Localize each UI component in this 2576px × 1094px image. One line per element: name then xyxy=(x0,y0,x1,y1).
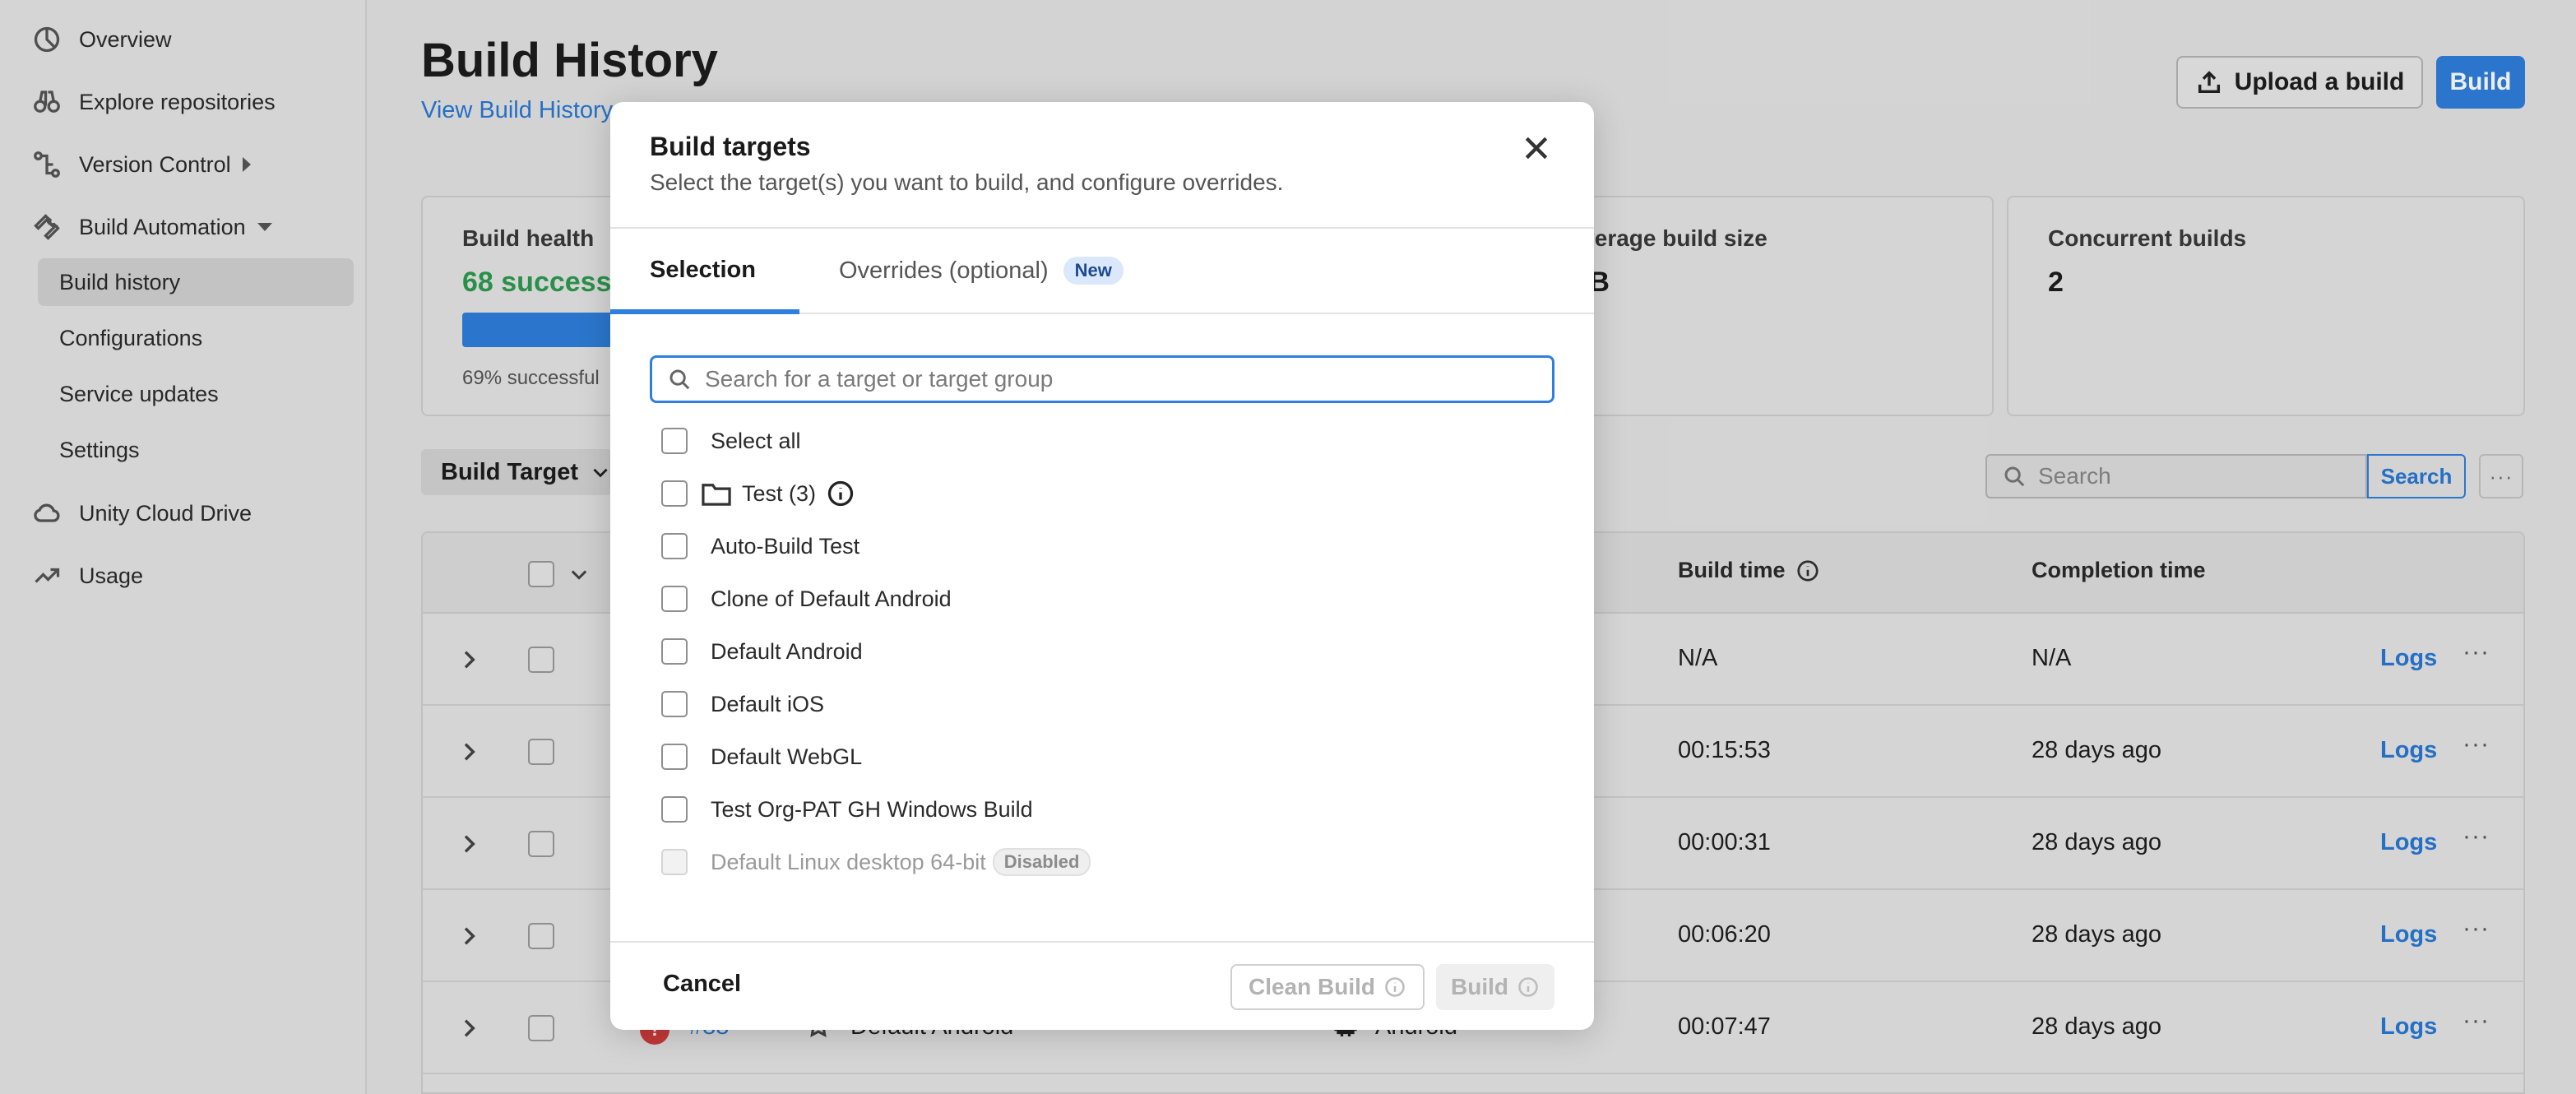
target-search-input[interactable] xyxy=(705,366,1527,392)
option-default-android[interactable]: Default Android xyxy=(661,635,863,668)
option-label: Test (3) xyxy=(742,480,817,506)
cancel-button[interactable]: Cancel xyxy=(663,971,741,998)
disabled-badge: Disabled xyxy=(992,848,1091,876)
checkbox[interactable] xyxy=(661,744,688,770)
checkbox xyxy=(661,849,688,875)
option-select-all[interactable]: Select all xyxy=(661,424,801,457)
info-icon xyxy=(1385,977,1405,997)
option-test-org-pat-windows[interactable]: Test Org-PAT GH Windows Build xyxy=(661,793,1033,826)
info-icon[interactable] xyxy=(826,479,855,508)
option-group-test[interactable]: Test (3) xyxy=(661,477,855,510)
tab-overrides[interactable]: Overrides (optional) New xyxy=(839,257,1124,285)
dialog-footer: Cancel Clean Build Build xyxy=(610,941,1594,1030)
dialog-build-label: Build xyxy=(1451,974,1508,999)
close-icon[interactable] xyxy=(1520,132,1553,165)
active-tab-indicator xyxy=(610,309,799,314)
tab-selection-label: Selection xyxy=(650,257,756,283)
option-auto-build-test[interactable]: Auto-Build Test xyxy=(661,530,859,563)
clean-build-label: Clean Build xyxy=(1248,974,1375,999)
option-label: Default Linux desktop 64-bit xyxy=(711,849,986,874)
dialog-tabs: Selection Overrides (optional) New xyxy=(610,227,1594,314)
tab-overrides-label: Overrides (optional) xyxy=(839,257,1049,284)
new-badge: New xyxy=(1063,257,1124,285)
dialog-build-button[interactable]: Build xyxy=(1436,964,1554,1010)
option-label: Default Android xyxy=(711,638,863,664)
option-default-webgl[interactable]: Default WebGL xyxy=(661,740,862,773)
checkbox[interactable] xyxy=(661,533,688,559)
search-icon xyxy=(669,369,690,390)
checkbox[interactable] xyxy=(661,480,688,507)
checkbox[interactable] xyxy=(661,586,688,612)
info-icon xyxy=(1518,977,1538,997)
checkbox[interactable] xyxy=(661,638,688,665)
target-search xyxy=(650,355,1554,403)
dialog-title: Build targets xyxy=(650,132,811,161)
option-label: Clone of Default Android xyxy=(711,586,952,611)
option-default-ios[interactable]: Default iOS xyxy=(661,688,824,721)
build-targets-dialog: Build targets Select the target(s) you w… xyxy=(610,102,1594,1030)
option-label: Default WebGL xyxy=(711,744,863,769)
checkbox[interactable] xyxy=(661,428,688,454)
option-default-linux: Default Linux desktop 64-bit Disabled xyxy=(661,846,1091,878)
checkbox[interactable] xyxy=(661,691,688,717)
option-label: Test Org-PAT GH Windows Build xyxy=(711,796,1033,822)
clean-build-button[interactable]: Clean Build xyxy=(1230,964,1425,1010)
tab-selection[interactable]: Selection xyxy=(650,257,756,284)
folder-icon xyxy=(701,480,732,508)
option-label: Auto-Build Test xyxy=(711,533,860,559)
option-clone-default-android[interactable]: Clone of Default Android xyxy=(661,582,952,615)
checkbox[interactable] xyxy=(661,796,688,823)
option-label: Select all xyxy=(711,428,801,453)
dialog-subtitle: Select the target(s) you want to build, … xyxy=(650,169,1284,195)
option-label: Default iOS xyxy=(711,691,825,716)
